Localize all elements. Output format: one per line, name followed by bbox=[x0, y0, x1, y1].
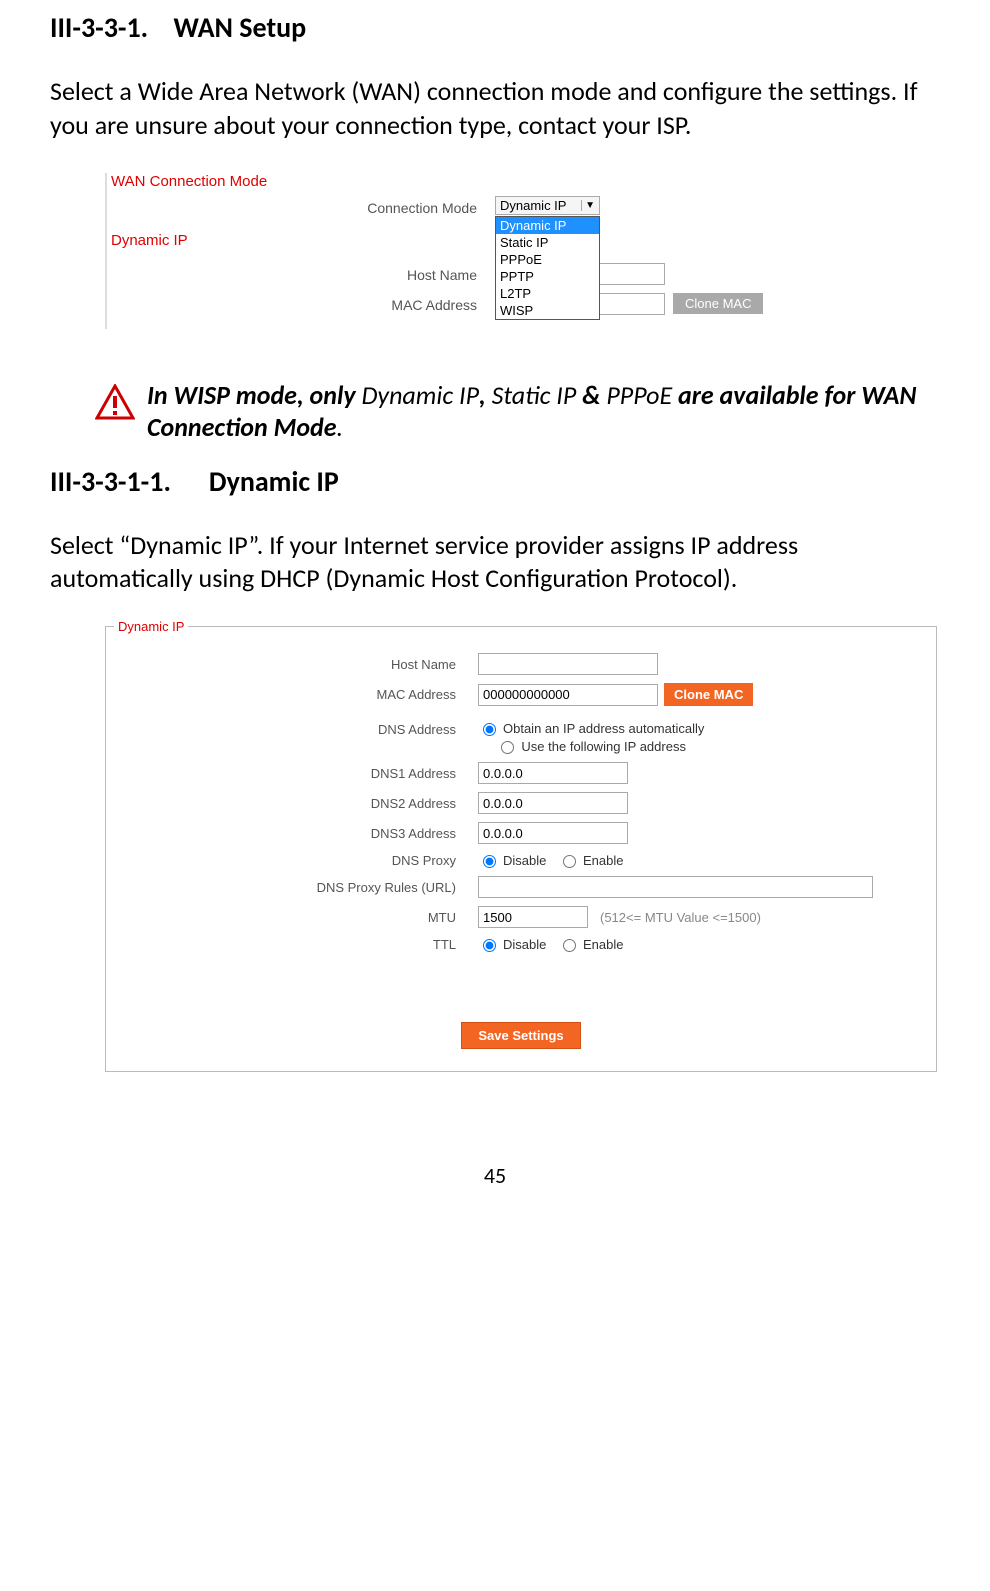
dns-proxy-rules-label: DNS Proxy Rules (URL) bbox=[106, 880, 478, 895]
mtu-label: MTU bbox=[106, 910, 478, 925]
connection-mode-dropdown: Dynamic IP Static IP PPPoE PPTP L2TP WIS… bbox=[495, 216, 600, 320]
host-name-label: Host Name bbox=[107, 263, 495, 283]
dns2-input[interactable] bbox=[478, 792, 628, 814]
mtu-hint: (512<= MTU Value <=1500) bbox=[600, 910, 761, 925]
section-intro: Select a Wide Area Network (WAN) connect… bbox=[50, 75, 940, 143]
mac-address-label: MAC Address bbox=[107, 293, 495, 313]
subsection-heading: III-3-3-1-1. Dynamic IP bbox=[50, 464, 940, 499]
clone-mac-button[interactable]: Clone MAC bbox=[664, 683, 753, 706]
page-number: 45 bbox=[50, 1162, 940, 1189]
warning-text: In WISP mode, only Dynamic IP, Static IP… bbox=[147, 379, 940, 444]
subsection-intro: Select “Dynamic IP”. If your Internet se… bbox=[50, 529, 940, 597]
dns-auto-radio[interactable]: Obtain an IP address automatically bbox=[478, 720, 704, 736]
connection-mode-select[interactable]: Dynamic IP ▼ Dynamic IP Static IP PPPoE … bbox=[495, 196, 600, 215]
subsection-number: III-3-3-1-1. bbox=[50, 464, 171, 499]
mac-address-input[interactable] bbox=[478, 684, 658, 706]
connection-mode-value: Dynamic IP bbox=[500, 198, 566, 213]
dns1-label: DNS1 Address bbox=[106, 766, 478, 781]
dns2-label: DNS2 Address bbox=[106, 796, 478, 811]
fieldset-legend-wan: WAN Connection Mode bbox=[111, 173, 892, 190]
option-dynamic-ip[interactable]: Dynamic IP bbox=[496, 217, 599, 234]
chevron-down-icon: ▼ bbox=[581, 200, 595, 211]
dns3-label: DNS3 Address bbox=[106, 826, 478, 841]
section-title: WAN Setup bbox=[174, 10, 307, 45]
dns-proxy-rules-input[interactable] bbox=[478, 876, 873, 898]
option-static-ip[interactable]: Static IP bbox=[496, 234, 599, 251]
dns-proxy-disable-radio[interactable]: Disable bbox=[478, 852, 546, 868]
warning-icon bbox=[95, 384, 135, 425]
host-name-input[interactable] bbox=[478, 653, 658, 675]
connection-mode-label: Connection Mode bbox=[107, 196, 495, 216]
mtu-input[interactable] bbox=[478, 906, 588, 928]
fieldset-legend: Dynamic IP bbox=[114, 619, 188, 634]
wan-connection-mode-screenshot: WAN Connection Mode Connection Mode Dyna… bbox=[105, 173, 892, 329]
save-settings-button[interactable]: Save Settings bbox=[461, 1022, 580, 1049]
wisp-warning-note: In WISP mode, only Dynamic IP, Static IP… bbox=[95, 379, 940, 444]
dns-proxy-enable-radio[interactable]: Enable bbox=[558, 852, 623, 868]
dns1-input[interactable] bbox=[478, 762, 628, 784]
dns-proxy-label: DNS Proxy bbox=[106, 853, 478, 868]
option-pptp[interactable]: PPTP bbox=[496, 268, 599, 285]
option-pppoe[interactable]: PPPoE bbox=[496, 251, 599, 268]
host-name-label: Host Name bbox=[106, 657, 478, 672]
dynamic-ip-form-screenshot: Dynamic IP Host Name MAC Address Clone M… bbox=[105, 626, 937, 1072]
ttl-disable-radio[interactable]: Disable bbox=[478, 936, 546, 952]
ttl-enable-radio[interactable]: Enable bbox=[558, 936, 623, 952]
mac-address-label: MAC Address bbox=[106, 687, 478, 702]
dns3-input[interactable] bbox=[478, 822, 628, 844]
dns-address-label: DNS Address bbox=[106, 720, 478, 737]
section-heading: III-3-3-1. WAN Setup bbox=[50, 10, 940, 45]
clone-mac-button[interactable]: Clone MAC bbox=[673, 293, 763, 314]
ttl-label: TTL bbox=[106, 937, 478, 952]
dns-manual-radio[interactable]: Use the following IP address bbox=[496, 738, 686, 754]
section-number: III-3-3-1. bbox=[50, 10, 148, 45]
option-l2tp[interactable]: L2TP bbox=[496, 285, 599, 302]
option-wisp[interactable]: WISP bbox=[496, 302, 599, 319]
subsection-title: Dynamic IP bbox=[209, 464, 339, 499]
